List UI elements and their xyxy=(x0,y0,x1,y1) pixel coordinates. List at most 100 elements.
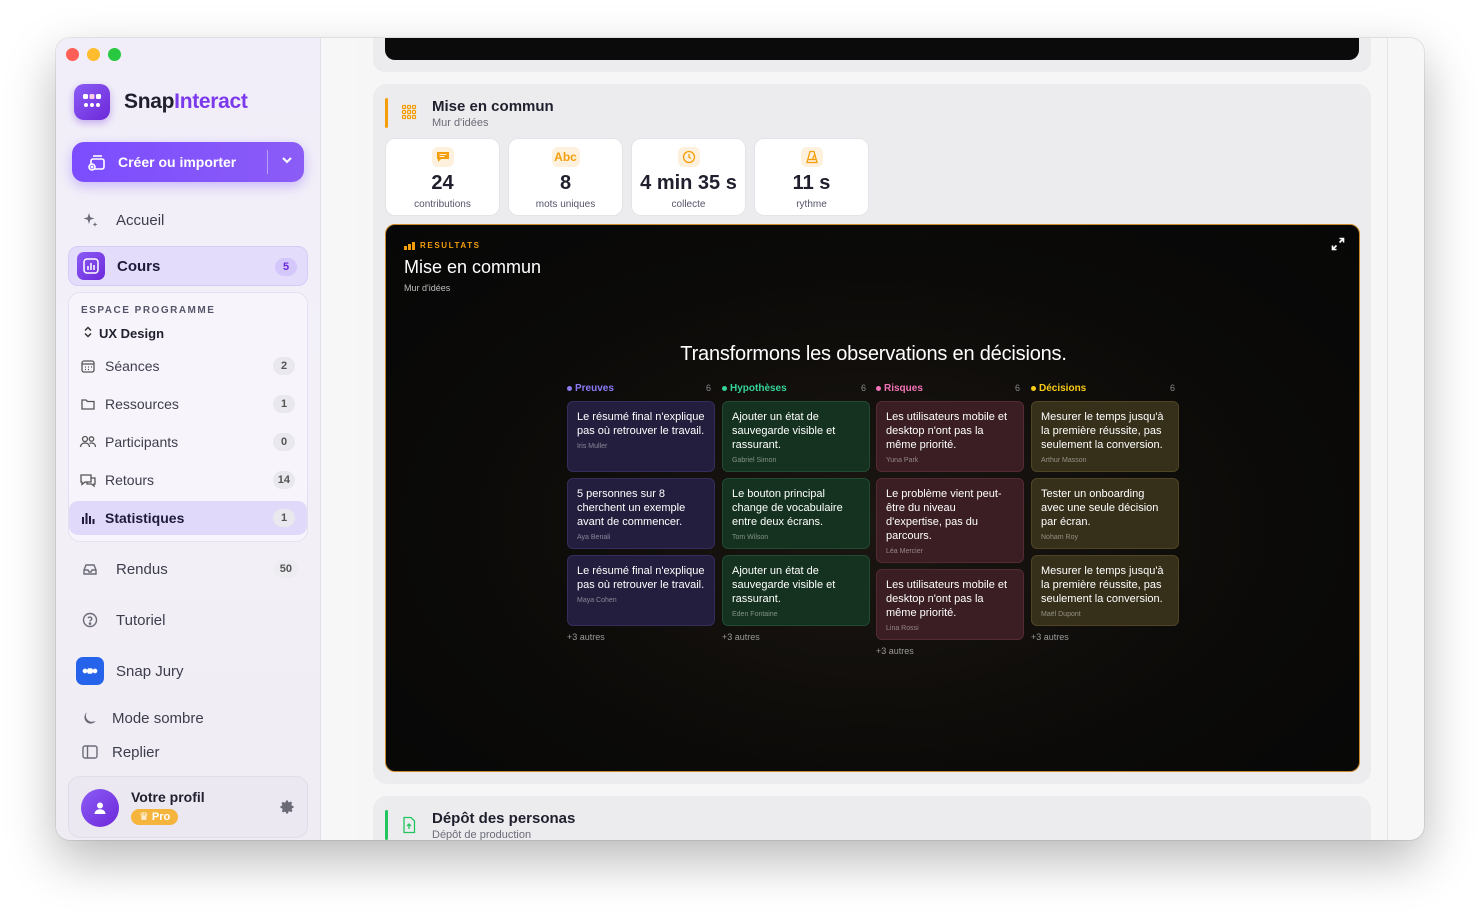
grid-icon xyxy=(401,104,417,125)
nav-item-cours[interactable]: Cours 5 xyxy=(68,246,308,286)
program-space-panel: ESPACE PROGRAMME UX Design Séances 2 Res… xyxy=(68,292,308,542)
sub-item-statistiques[interactable]: Statistiques 1 xyxy=(69,501,307,535)
results-tag: RESULTATS xyxy=(404,241,481,250)
window-controls xyxy=(66,48,121,61)
nav-badge-cours: 5 xyxy=(275,258,297,276)
idea-note[interactable]: Mesurer le temps jusqu'à la première réu… xyxy=(1031,555,1179,626)
help-icon xyxy=(76,606,104,634)
more-count[interactable]: +3 autres xyxy=(567,632,715,642)
column-header: Décisions 6 xyxy=(1031,381,1179,395)
sub-badge-seances: 2 xyxy=(273,357,295,375)
board-headline: Transformons les observations en décisio… xyxy=(680,343,1067,365)
nav-label-snap-jury: Snap Jury xyxy=(116,662,184,680)
note-author: Léa Mercier xyxy=(886,548,923,555)
profile-card[interactable]: Votre profil ♛ Pro xyxy=(68,776,308,838)
previous-section-preview xyxy=(385,38,1359,60)
app-name-part1: Snap xyxy=(124,90,175,113)
sidebar-icon xyxy=(76,738,104,766)
idea-note[interactable]: Ajouter un état de sauvegarde visible et… xyxy=(722,401,870,472)
column-header: Risques 6 xyxy=(876,381,1024,395)
note-author: Tom Wilson xyxy=(732,534,769,541)
nav-item-tutoriel[interactable]: Tutoriel xyxy=(68,600,308,640)
sub-label-retours: Retours xyxy=(105,472,155,488)
more-count[interactable]: +3 autres xyxy=(1031,632,1179,642)
stat-value-rythme: 11 s xyxy=(792,172,831,194)
nav-item-snap-jury[interactable]: Snap Jury xyxy=(68,651,308,691)
more-count[interactable]: +3 autres xyxy=(722,632,870,642)
pro-badge-label: Pro xyxy=(151,811,171,823)
chart-bars-icon xyxy=(77,252,105,280)
note-text: Ajouter un état de sauvegarde visible et… xyxy=(732,411,836,451)
expand-icon[interactable] xyxy=(1331,237,1345,256)
column-header: Hypothèses 6 xyxy=(722,381,870,395)
note-text: Le problème vient peut-être du niveau d'… xyxy=(886,488,1002,542)
idea-note[interactable]: Le bouton principal change de vocabulair… xyxy=(722,478,870,549)
program-selector[interactable]: UX Design xyxy=(83,326,164,341)
zoom-window-button[interactable] xyxy=(108,48,121,61)
note-text: Mesurer le temps jusqu'à la première réu… xyxy=(1041,411,1164,451)
results-board: RESULTATS Mise en commun Mur d'idées Tra… xyxy=(385,224,1360,772)
more-count[interactable]: +3 autres xyxy=(876,646,1024,656)
sub-item-participants[interactable]: Participants 0 xyxy=(69,425,307,459)
create-or-import-button[interactable]: Créer ou importer xyxy=(72,142,304,182)
idea-note[interactable]: Le résumé final n'explique pas où retrou… xyxy=(567,401,715,472)
note-text: Le résumé final n'explique pas où retrou… xyxy=(577,565,705,591)
section2-title: Dépôt des personas xyxy=(432,810,576,827)
sub-label-seances: Séances xyxy=(105,358,160,374)
chevron-down-icon[interactable] xyxy=(280,153,294,172)
create-icon xyxy=(86,151,108,173)
idea-note[interactable]: Les utilisateurs mobile et desktop n'ont… xyxy=(876,401,1024,472)
idea-note[interactable]: Le problème vient peut-être du niveau d'… xyxy=(876,478,1024,563)
main-content: Mise en commun Mur d'idées 24 contributi… xyxy=(358,38,1388,840)
folder-icon xyxy=(79,395,97,413)
idea-note[interactable]: Le résumé final n'explique pas où retrou… xyxy=(567,555,715,626)
section-mise-en-commun: Mise en commun Mur d'idées 24 contributi… xyxy=(373,84,1371,784)
note-author: Maël Dupont xyxy=(1041,611,1081,618)
nav-label-accueil: Accueil xyxy=(116,211,165,229)
sub-item-seances[interactable]: Séances 2 xyxy=(69,349,307,383)
idea-note[interactable]: 5 personnes sur 8 cherchent un exemple a… xyxy=(567,478,715,549)
program-space-title: ESPACE PROGRAMME xyxy=(81,305,216,316)
sparkle-icon xyxy=(76,206,104,234)
idea-note[interactable]: Mesurer le temps jusqu'à la première réu… xyxy=(1031,401,1179,472)
stat-card-unique-words: Abc 8 mots uniques xyxy=(508,138,623,216)
stat-value-contributions: 24 xyxy=(431,172,454,194)
collapse-sidebar-button[interactable]: Replier xyxy=(68,732,308,772)
idea-note[interactable]: Les utilisateurs mobile et desktop n'ont… xyxy=(876,569,1024,640)
file-upload-icon xyxy=(401,816,417,839)
column-name: Décisions xyxy=(1039,382,1087,394)
sub-label-ressources: Ressources xyxy=(105,396,179,412)
idea-note[interactable]: Ajouter un état de sauvegarde visible et… xyxy=(722,555,870,626)
minimize-window-button[interactable] xyxy=(87,48,100,61)
nav-item-rendus[interactable]: Rendus 50 xyxy=(68,549,308,589)
sub-item-ressources[interactable]: Ressources 1 xyxy=(69,387,307,421)
section2-subtitle: Dépôt de production xyxy=(432,829,532,840)
gear-icon[interactable] xyxy=(279,799,295,820)
note-text: Les utilisateurs mobile et desktop n'ont… xyxy=(886,411,1008,451)
column-name: Hypothèses xyxy=(730,382,787,394)
profile-name: Votre profil xyxy=(131,789,205,805)
close-window-button[interactable] xyxy=(66,48,79,61)
column-dot xyxy=(876,385,881,391)
column-preuves: Preuves 6 Le résumé final n'explique pas… xyxy=(567,381,715,642)
column-count: 6 xyxy=(1169,383,1175,393)
note-author: Aya Benali xyxy=(577,534,611,541)
stat-card-contributions: 24 contributions xyxy=(385,138,500,216)
note-text: Tester un onboarding avec une seule déci… xyxy=(1041,488,1159,528)
nav-item-accueil[interactable]: Accueil xyxy=(68,200,308,240)
note-text: Le bouton principal change de vocabulair… xyxy=(732,488,843,528)
idea-note[interactable]: Tester un onboarding avec une seule déci… xyxy=(1031,478,1179,549)
app-logo[interactable]: SnapInteract xyxy=(74,84,248,120)
note-author: Yuna Park xyxy=(886,457,919,464)
sidebar: SnapInteract Créer ou importer Accueil C… xyxy=(56,38,321,840)
column-risques: Risques 6 Les utilisateurs mobile et des… xyxy=(876,381,1024,656)
sub-badge-ressources: 1 xyxy=(273,395,295,413)
stat-card-collecte: 4 min 35 s collecte xyxy=(631,138,746,216)
stat-label-contributions: contributions xyxy=(414,199,471,210)
stat-label-rythme: rythme xyxy=(796,199,827,210)
sub-item-retours[interactable]: Retours 14 xyxy=(69,463,307,497)
note-author: Noham Roy xyxy=(1041,534,1078,541)
note-text: Mesurer le temps jusqu'à la première réu… xyxy=(1041,565,1164,605)
app-name: SnapInteract xyxy=(124,90,248,114)
note-author: Arthur Masson xyxy=(1041,457,1087,464)
